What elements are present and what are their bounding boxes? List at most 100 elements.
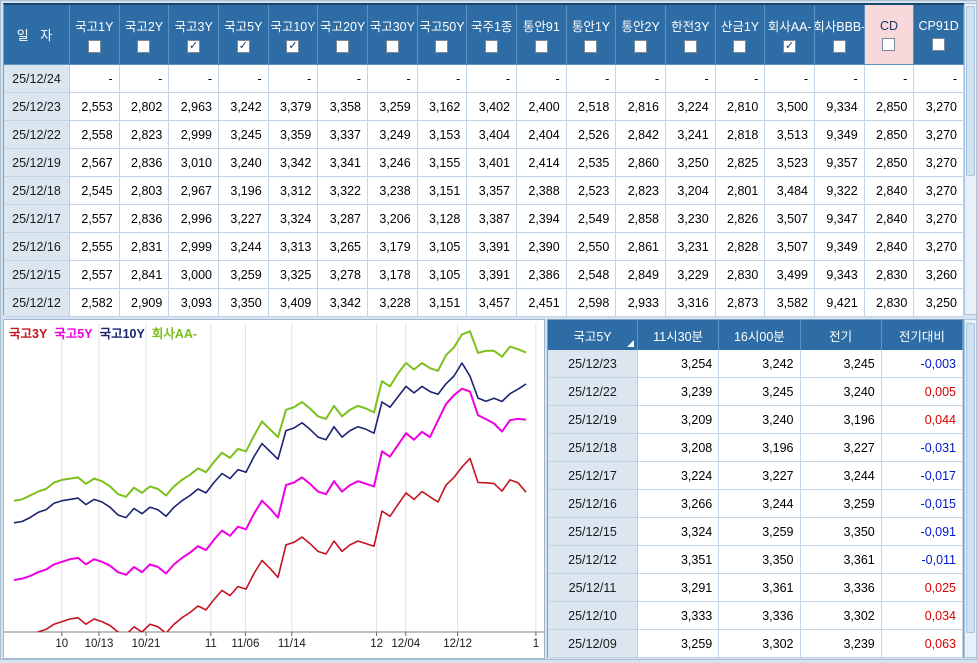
scrollbar-thumb[interactable] — [966, 323, 975, 633]
scrollbar-thumb[interactable] — [966, 6, 975, 176]
column-header[interactable]: 회사AA- — [765, 5, 815, 65]
value-cell: 2,830 — [864, 261, 915, 289]
value-cell: - — [318, 65, 368, 93]
value-cell: 2,557 — [70, 205, 120, 233]
value-cell: 3,153 — [417, 121, 468, 149]
value-cell: 2,545 — [70, 177, 120, 205]
value-cell: 3,259 — [719, 518, 801, 546]
value-cell: 3,240 — [719, 406, 801, 434]
value-cell: 3,105 — [417, 261, 468, 289]
value-cell: - — [715, 65, 766, 93]
value-cell: - — [566, 65, 617, 93]
value-cell: 3,259 — [368, 93, 418, 121]
table-row: 25/12/09 3,259 3,302 3,239 0,063 — [548, 630, 963, 658]
x-axis-label: 10/21 — [132, 638, 161, 650]
column-checkbox[interactable] — [137, 40, 151, 53]
quote-series-selector[interactable]: 국고5Y — [548, 320, 638, 350]
value-cell: - — [169, 65, 219, 93]
value-cell: 3,245 — [800, 350, 882, 378]
column-header[interactable]: 국주1종 — [467, 5, 517, 65]
date-cell: 25/12/11 — [548, 574, 638, 602]
value-cell: 3,224 — [666, 93, 716, 121]
column-checkbox[interactable] — [634, 40, 648, 53]
value-cell: 3,259 — [219, 261, 269, 289]
column-label: 국고2Y — [124, 20, 164, 34]
column-header[interactable]: 통안91 — [517, 5, 567, 65]
value-cell: 9,343 — [815, 261, 865, 289]
value-cell: 3,316 — [666, 289, 716, 317]
value-cell: 3,270 — [914, 205, 964, 233]
column-header[interactable]: CD — [864, 5, 915, 65]
quote-column-header: 16시00분 — [719, 320, 801, 350]
rates-table-scrollbar[interactable] — [964, 3, 977, 315]
column-header[interactable]: 국고5Y — [219, 5, 269, 65]
value-cell: 2,404 — [517, 121, 567, 149]
column-checkbox[interactable] — [733, 40, 747, 53]
quote-column-header: 전기대비 — [881, 320, 963, 350]
column-header[interactable]: 한전3Y — [666, 5, 716, 65]
column-label: 국고10Y — [270, 20, 316, 34]
value-cell: 2,414 — [517, 149, 567, 177]
value-cell: 2,555 — [70, 233, 120, 261]
column-checkbox[interactable] — [584, 40, 598, 53]
value-cell: 3,245 — [719, 378, 801, 406]
value-cell: - — [268, 65, 319, 93]
quote-column-header: 11시30분 — [638, 320, 720, 350]
column-header[interactable]: 통안2Y — [616, 5, 666, 65]
value-cell: 2,386 — [517, 261, 567, 289]
value-cell: 3,351 — [638, 546, 720, 574]
quote-table-scrollbar[interactable] — [964, 319, 977, 658]
column-checkbox[interactable] — [683, 40, 697, 53]
column-checkbox[interactable] — [534, 40, 548, 53]
column-checkbox[interactable] — [187, 40, 201, 53]
column-header[interactable]: 국고20Y — [318, 5, 368, 65]
table-row: 25/12/17 2,557 2,836 2,996 3,227 3,324 3,287 3,… — [4, 205, 964, 233]
column-checkbox[interactable] — [832, 40, 846, 53]
column-checkbox[interactable] — [385, 40, 399, 53]
value-cell: 3,206 — [368, 205, 418, 233]
column-checkbox[interactable] — [286, 40, 300, 53]
column-checkbox[interactable] — [336, 40, 350, 53]
column-checkbox[interactable] — [882, 37, 896, 51]
diff-cell: 0,044 — [881, 406, 963, 434]
value-cell: 3,582 — [765, 289, 815, 317]
column-header[interactable]: 국고10Y — [268, 5, 319, 65]
x-axis-label: 10 — [55, 638, 68, 650]
value-cell: 3,244 — [219, 233, 269, 261]
column-label: 국고3Y — [174, 20, 213, 34]
value-cell: - — [119, 65, 170, 93]
legend-item: 국고5Y — [54, 327, 93, 341]
table-row: 25/12/18 3,208 3,196 3,227 -0,031 — [548, 434, 963, 462]
column-checkbox[interactable] — [435, 40, 449, 53]
column-header[interactable]: 국고3Y — [169, 5, 219, 65]
value-cell: 2,582 — [70, 289, 120, 317]
column-header[interactable]: 국고1Y — [70, 5, 120, 65]
value-cell: 3,361 — [800, 546, 882, 574]
column-header[interactable]: 국고2Y — [119, 5, 170, 65]
column-checkbox[interactable] — [485, 40, 499, 53]
column-header[interactable]: CP91D — [914, 5, 964, 65]
value-cell: 2,526 — [566, 121, 617, 149]
value-cell: 2,963 — [169, 93, 219, 121]
table-row: 25/12/17 3,224 3,227 3,244 -0,017 — [548, 462, 963, 490]
column-checkbox[interactable] — [236, 40, 250, 53]
value-cell: 3,342 — [268, 149, 319, 177]
value-cell: 2,400 — [517, 93, 567, 121]
value-cell: 3,244 — [800, 462, 882, 490]
value-cell: 3,322 — [318, 177, 368, 205]
column-header[interactable]: 통안1Y — [566, 5, 617, 65]
value-cell: - — [368, 65, 418, 93]
value-cell: 9,322 — [815, 177, 865, 205]
column-header[interactable]: 산금1Y — [715, 5, 766, 65]
value-cell: 2,818 — [715, 121, 766, 149]
column-header[interactable]: 국고50Y — [417, 5, 468, 65]
column-checkbox[interactable] — [932, 37, 946, 51]
date-cell: 25/12/22 — [548, 378, 638, 406]
column-header[interactable]: 국고30Y — [368, 5, 418, 65]
value-cell: - — [517, 65, 567, 93]
column-checkbox[interactable] — [87, 40, 101, 53]
value-cell: - — [616, 65, 666, 93]
column-checkbox[interactable] — [783, 40, 797, 53]
column-header[interactable]: 회사BBB- — [815, 5, 865, 65]
value-cell: 2,933 — [616, 289, 666, 317]
